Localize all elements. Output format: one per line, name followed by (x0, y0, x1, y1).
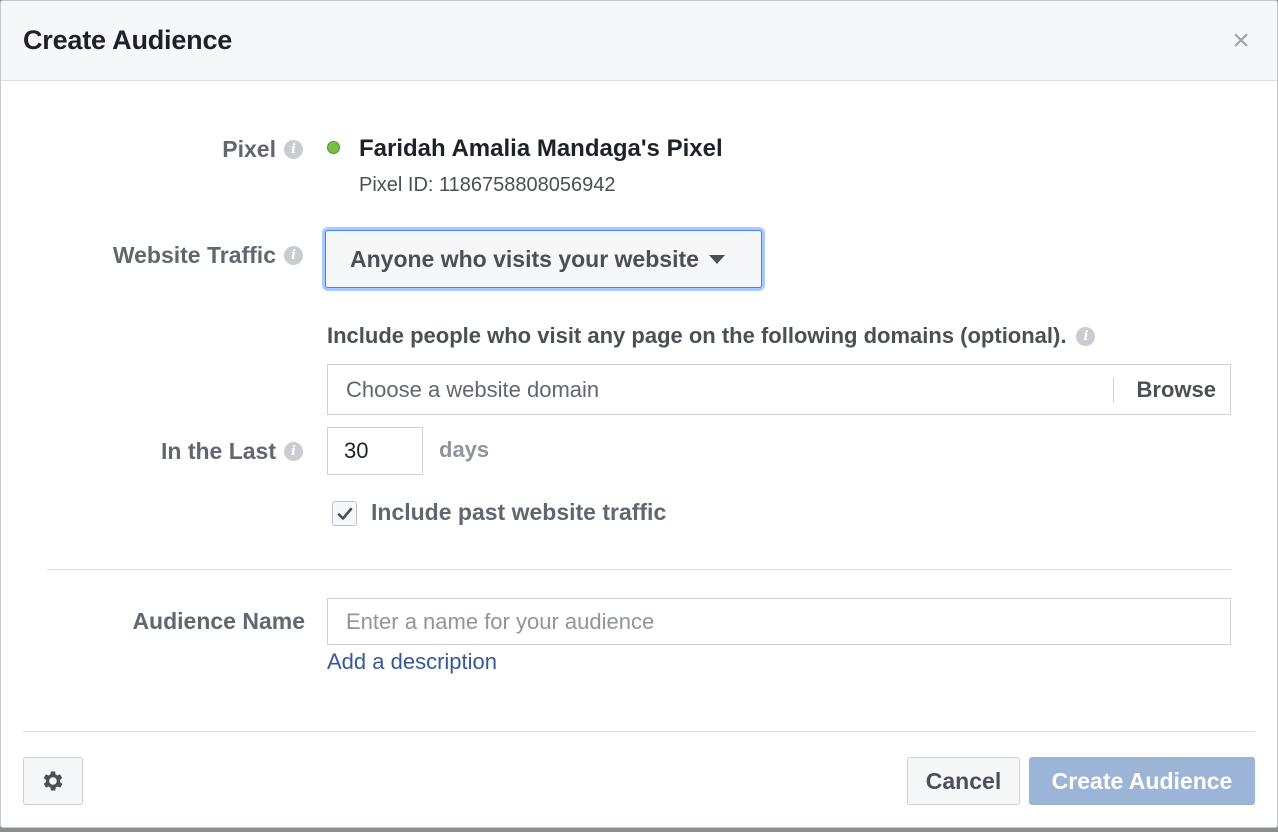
dialog-title: Create Audience (23, 25, 233, 55)
info-icon[interactable]: i (284, 139, 303, 159)
caret-down-icon (708, 254, 725, 264)
pixel-status-dot-icon (327, 141, 340, 154)
domain-instruction-row: Include people who visit any page on the… (327, 323, 1096, 349)
gear-icon (43, 771, 63, 791)
days-input[interactable] (327, 427, 423, 475)
checkmark-icon (337, 507, 352, 520)
domain-field: Browse (327, 364, 1231, 415)
audience-name-row-label: Audience Name (132, 607, 305, 635)
close-icon[interactable]: × (1227, 26, 1255, 56)
pixel-name: Faridah Amalia Mandaga's Pixel (359, 135, 723, 162)
dialog-header: Create Audience × (1, 1, 1277, 81)
pixel-id: Pixel ID: 1186758808056942 (359, 174, 616, 196)
website-traffic-row-label: Website Traffic i (113, 241, 303, 269)
domain-separator (1113, 378, 1114, 403)
days-unit-label: days (439, 437, 490, 462)
domain-instruction: Include people who visit any page on the… (327, 323, 1067, 348)
pixel-label: Pixel (222, 135, 276, 162)
website-traffic-selected: Anyone who visits your website (350, 245, 699, 272)
create-audience-button[interactable]: Create Audience (1029, 757, 1255, 805)
audience-name-label: Audience Name (132, 607, 305, 634)
section-divider (47, 569, 1231, 570)
settings-button[interactable] (23, 757, 83, 805)
website-traffic-label: Website Traffic (112, 241, 276, 268)
create-audience-dialog: Create Audience × Pixel i Faridah Amalia… (0, 0, 1278, 828)
website-traffic-dropdown[interactable]: Anyone who visits your website (325, 230, 762, 288)
browse-button[interactable]: Browse (1137, 365, 1216, 414)
include-past-traffic-checkbox[interactable] (332, 501, 357, 526)
add-description-link[interactable]: Add a description (327, 649, 497, 675)
info-icon[interactable]: i (284, 245, 303, 265)
cancel-button[interactable]: Cancel (907, 757, 1020, 805)
info-icon[interactable]: i (1076, 326, 1096, 346)
include-past-traffic-label[interactable]: Include past website traffic (371, 499, 666, 526)
audience-name-input[interactable] (327, 598, 1231, 645)
footer-divider (23, 731, 1255, 732)
in-the-last-row-label: In the Last i (161, 437, 303, 465)
pixel-row-label: Pixel i (222, 135, 303, 163)
in-the-last-label: In the Last (160, 437, 276, 464)
domain-input[interactable] (328, 365, 1113, 414)
info-icon[interactable]: i (284, 441, 303, 461)
